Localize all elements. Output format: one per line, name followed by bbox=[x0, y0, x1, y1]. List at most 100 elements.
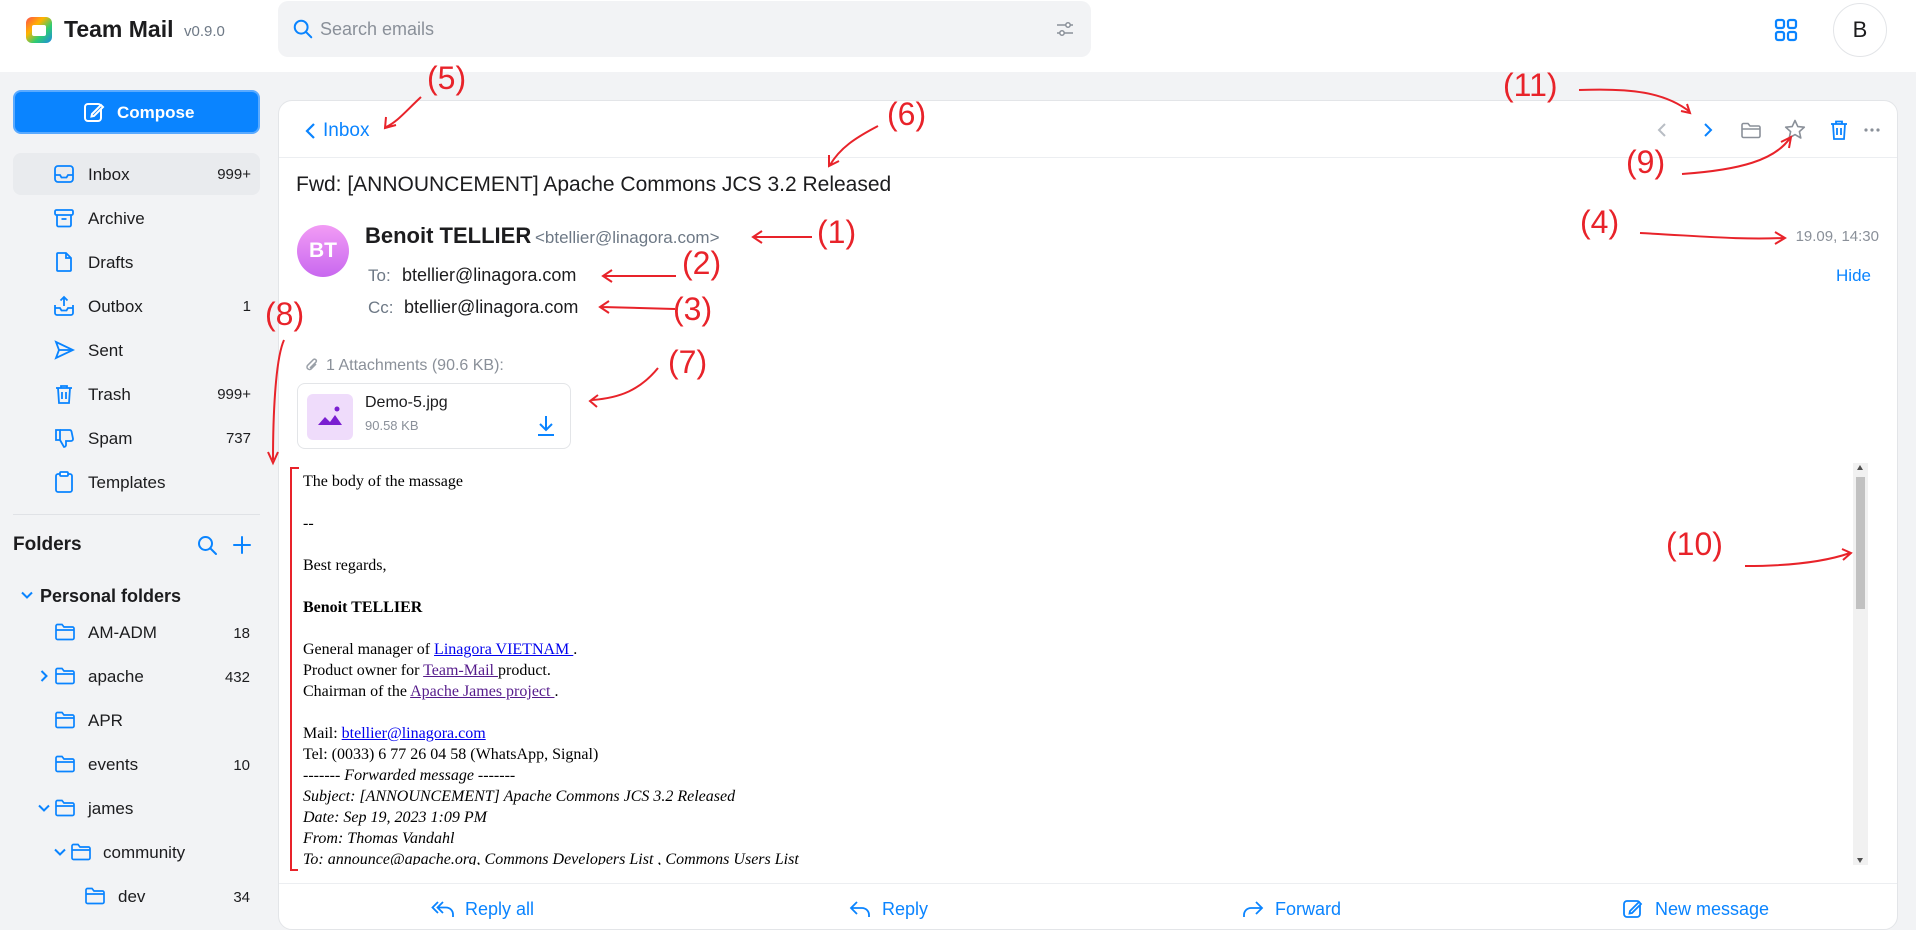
folder-item-apr[interactable]: APR bbox=[0, 700, 260, 740]
chevron-right-icon[interactable] bbox=[36, 668, 52, 684]
folder-count: 34 bbox=[233, 889, 250, 906]
body-text: ------- bbox=[473, 767, 516, 784]
attachment-card[interactable]: Demo-5.jpg 90.58 KB bbox=[297, 383, 571, 449]
annotation-11: (11) bbox=[1503, 67, 1558, 103]
body-line: Best regards, bbox=[303, 557, 387, 574]
body-text: Mail: bbox=[303, 725, 342, 742]
annotation-2: (2) bbox=[682, 245, 722, 281]
folder-item-james[interactable]: james bbox=[0, 788, 260, 828]
annotation-5: (5) bbox=[427, 60, 467, 96]
compose-icon bbox=[84, 103, 105, 122]
sidebar-item-count: 999+ bbox=[217, 386, 251, 403]
compose-button[interactable]: Compose bbox=[13, 90, 260, 134]
folder-icon bbox=[71, 843, 91, 861]
email-body-frame[interactable]: The body of the massage -- Best regards,… bbox=[295, 463, 1868, 865]
body-text: product. bbox=[497, 662, 551, 679]
annotation-4: (4) bbox=[1580, 204, 1620, 240]
scroll-down-arrow[interactable] bbox=[1857, 858, 1863, 863]
body-line: -- bbox=[303, 515, 314, 532]
sender-avatar: BT bbox=[297, 225, 349, 277]
star-icon[interactable] bbox=[1782, 117, 1808, 143]
previous-email-icon[interactable] bbox=[1650, 117, 1676, 143]
app-grid-icon[interactable] bbox=[1773, 17, 1799, 43]
trash-icon bbox=[56, 385, 72, 404]
filter-icon[interactable] bbox=[1055, 19, 1075, 39]
mail-link[interactable]: btellier@linagora.com bbox=[342, 725, 486, 742]
body-scrollbar[interactable] bbox=[1853, 463, 1868, 865]
new-message-icon bbox=[1623, 900, 1643, 918]
folder-search-icon[interactable] bbox=[196, 534, 218, 556]
sidebar-item-count: 999+ bbox=[217, 166, 251, 183]
download-icon[interactable] bbox=[536, 414, 556, 438]
team-mail-link[interactable]: Team-Mail bbox=[423, 662, 498, 679]
image-file-icon bbox=[307, 394, 353, 440]
attachment-name: Demo-5.jpg bbox=[365, 394, 448, 411]
sidebar-item-archive[interactable]: Archive bbox=[13, 197, 260, 239]
folder-item-am-adm[interactable]: AM-ADM 18 bbox=[0, 612, 260, 652]
attachments-count: 1 Attachments (90.6 KB): bbox=[326, 357, 504, 374]
templates-icon bbox=[55, 471, 73, 493]
signature-role-gm: General manager of Linagora VIETNAM . bbox=[303, 639, 1823, 660]
user-avatar[interactable]: B bbox=[1833, 3, 1887, 57]
sidebar-item-templates[interactable]: Templates bbox=[13, 461, 260, 503]
folder-label: events bbox=[88, 755, 139, 774]
top-bar: Team Mail v0.9.0 B bbox=[0, 0, 1916, 72]
folder-count: 18 bbox=[233, 625, 250, 642]
cc-label: Cc: bbox=[368, 298, 394, 317]
sidebar-divider bbox=[13, 514, 260, 515]
signature-name-text: Benoit TELLIER bbox=[303, 599, 423, 616]
reply-icon bbox=[849, 901, 870, 917]
folder-icon bbox=[55, 755, 75, 773]
annotation-6: (6) bbox=[887, 96, 927, 132]
hide-details-button[interactable]: Hide bbox=[1836, 266, 1871, 286]
folder-item-events[interactable]: events 10 bbox=[0, 744, 260, 784]
delete-icon[interactable] bbox=[1826, 117, 1852, 143]
folder-label: community bbox=[103, 843, 186, 862]
sidebar-item-inbox[interactable]: Inbox 999+ bbox=[13, 153, 260, 195]
folders-title: Folders bbox=[13, 534, 82, 555]
app-version: v0.9.0 bbox=[184, 23, 225, 40]
sidebar-item-drafts[interactable]: Drafts bbox=[13, 241, 260, 283]
cc-recipient[interactable]: btellier@linagora.com bbox=[404, 297, 578, 318]
chevron-left-icon bbox=[305, 123, 315, 139]
compose-label: Compose bbox=[117, 103, 195, 122]
folder-item-dev[interactable]: dev 34 bbox=[0, 876, 260, 916]
sidebar-item-spam[interactable]: Spam 737 bbox=[13, 417, 260, 459]
linagora-link[interactable]: Linagora VIETNAM bbox=[434, 641, 573, 658]
app-logo bbox=[26, 17, 52, 43]
inbox-icon bbox=[54, 165, 74, 183]
body-text: Product owner for bbox=[303, 662, 424, 679]
more-options-icon[interactable] bbox=[1859, 117, 1885, 143]
personal-folders-toggle[interactable]: Personal folders bbox=[13, 582, 260, 612]
add-folder-icon[interactable] bbox=[231, 534, 253, 556]
move-to-folder-icon[interactable] bbox=[1738, 117, 1764, 143]
sidebar-item-outbox[interactable]: Outbox 1 bbox=[13, 285, 260, 327]
sidebar-item-trash[interactable]: Trash 999+ bbox=[13, 373, 260, 415]
sidebar-item-sent[interactable]: Sent bbox=[13, 329, 260, 371]
apache-james-link[interactable]: Apache James project bbox=[410, 683, 554, 700]
sent-icon bbox=[54, 340, 75, 360]
folder-count: 10 bbox=[233, 757, 250, 774]
folder-count: 432 bbox=[224, 669, 250, 686]
annotation-1: (1) bbox=[817, 214, 857, 250]
scrollbar-thumb[interactable] bbox=[1856, 477, 1865, 609]
scroll-up-arrow[interactable] bbox=[1857, 465, 1863, 470]
forwarded-from: From: Thomas Vandahl bbox=[303, 830, 455, 847]
signature-role-po: Product owner for Team-Mail product. bbox=[303, 660, 1823, 681]
annotation-8: (8) bbox=[265, 296, 305, 332]
sidebar-item-label: Inbox bbox=[88, 165, 130, 184]
folder-item-community[interactable]: community bbox=[0, 832, 260, 872]
sidebar-item-label: Archive bbox=[88, 209, 145, 228]
folder-item-apache[interactable]: apache 432 bbox=[0, 656, 260, 696]
sender-name[interactable]: Benoit TELLIER bbox=[365, 223, 531, 249]
folder-icon bbox=[55, 623, 75, 641]
sidebar-item-label: Trash bbox=[88, 385, 131, 404]
chevron-down-icon[interactable] bbox=[36, 800, 52, 816]
search-input[interactable] bbox=[320, 9, 1020, 49]
to-recipient[interactable]: btellier@linagora.com bbox=[402, 265, 576, 286]
folder-label: apache bbox=[88, 667, 144, 686]
next-email-icon[interactable] bbox=[1694, 117, 1720, 143]
folder-label: dev bbox=[118, 887, 146, 906]
search-bar[interactable] bbox=[278, 1, 1091, 57]
chevron-down-icon[interactable] bbox=[52, 844, 68, 860]
